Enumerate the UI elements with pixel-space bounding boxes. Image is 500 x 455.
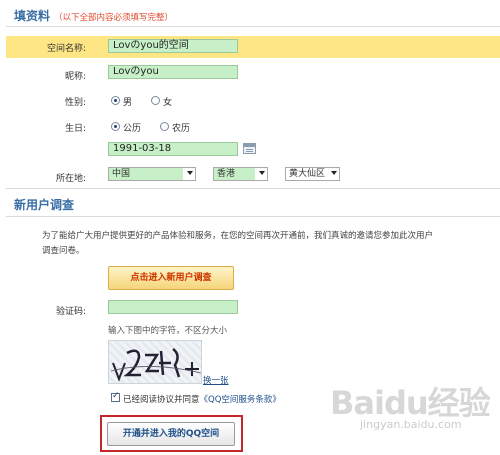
agree-text: 已经阅读协议并同意 [123, 395, 200, 405]
agree-checkbox[interactable] [111, 391, 120, 402]
calendar-lunar-radio[interactable] [160, 122, 169, 131]
district-value: 黄大仙区 [286, 168, 327, 180]
captcha-refresh-link[interactable]: 换一张 [203, 374, 229, 386]
section-divider [6, 26, 500, 27]
gender-female-radio[interactable] [151, 96, 160, 105]
captcha-input[interactable] [108, 300, 238, 314]
section-title-fill-info: 填资料 （以下全部内容必须填写完整） [14, 7, 173, 24]
calendar-solar-label: 公历 [123, 124, 142, 134]
survey-description-line2: 调查问卷。 [42, 246, 85, 256]
nickname-input[interactable]: Lovのyou [108, 65, 238, 79]
district-select[interactable]: 黄大仙区 [285, 167, 340, 181]
open-space-button[interactable]: 开通并进入我的QQ空间 [107, 422, 235, 446]
birthday-date-input[interactable]: 1991-03-18 [108, 142, 238, 156]
chevron-down-icon [187, 171, 193, 175]
survey-description: 为了能给广大用户提供更好的产品体验和服务，在您的空间再次开通前，我们真诚的邀请您… [42, 229, 492, 259]
gender-male-radio[interactable] [111, 96, 120, 105]
country-value: 中国 [109, 168, 183, 180]
survey-button[interactable]: 点击进入新用户调查 [108, 266, 234, 290]
captcha-hint: 输入下图中的字符，不区分大小 [108, 326, 228, 336]
calendar-icon[interactable] [243, 143, 256, 154]
gender-male-label: 男 [123, 98, 133, 108]
birthday-label: 生日: [64, 124, 86, 134]
section-title-text: 填资料 [14, 9, 51, 23]
survey-description-line1: 为了能给广大用户提供更好的产品体验和服务，在您的空间再次开通前，我们真诚的邀请您… [42, 231, 434, 241]
province-value: 香港 [214, 168, 255, 180]
country-select[interactable]: 中国 [108, 167, 196, 181]
calendar-lunar-label: 农历 [172, 124, 191, 134]
chevron-down-icon [259, 171, 265, 175]
terms-link[interactable]: 《QQ空间服务条款》 [200, 395, 281, 405]
captcha-image [108, 340, 202, 384]
location-label: 所在地: [55, 174, 86, 184]
calendar-solar-radio[interactable] [111, 122, 120, 131]
chevron-down-icon [331, 171, 337, 175]
captcha-label: 验证码: [55, 307, 86, 317]
province-select[interactable]: 香港 [213, 167, 268, 181]
gender-female-label: 女 [163, 98, 173, 108]
space-name-label: 空间名称: [46, 44, 86, 54]
nickname-label: 昵称: [64, 72, 86, 82]
section-title-survey: 新用户调查 [14, 198, 75, 212]
agree-text-row: 已经阅读协议并同意《QQ空间服务条款》 [123, 393, 281, 405]
section-divider [6, 216, 500, 217]
gender-label: 性别: [64, 98, 86, 108]
baidu-watermark-url: jingyan.baidu.com [360, 418, 462, 431]
space-name-input[interactable]: Lovのyou的空间 [108, 39, 238, 53]
required-note: （以下全部内容必须填写完整） [54, 13, 174, 23]
section-divider [6, 188, 500, 189]
